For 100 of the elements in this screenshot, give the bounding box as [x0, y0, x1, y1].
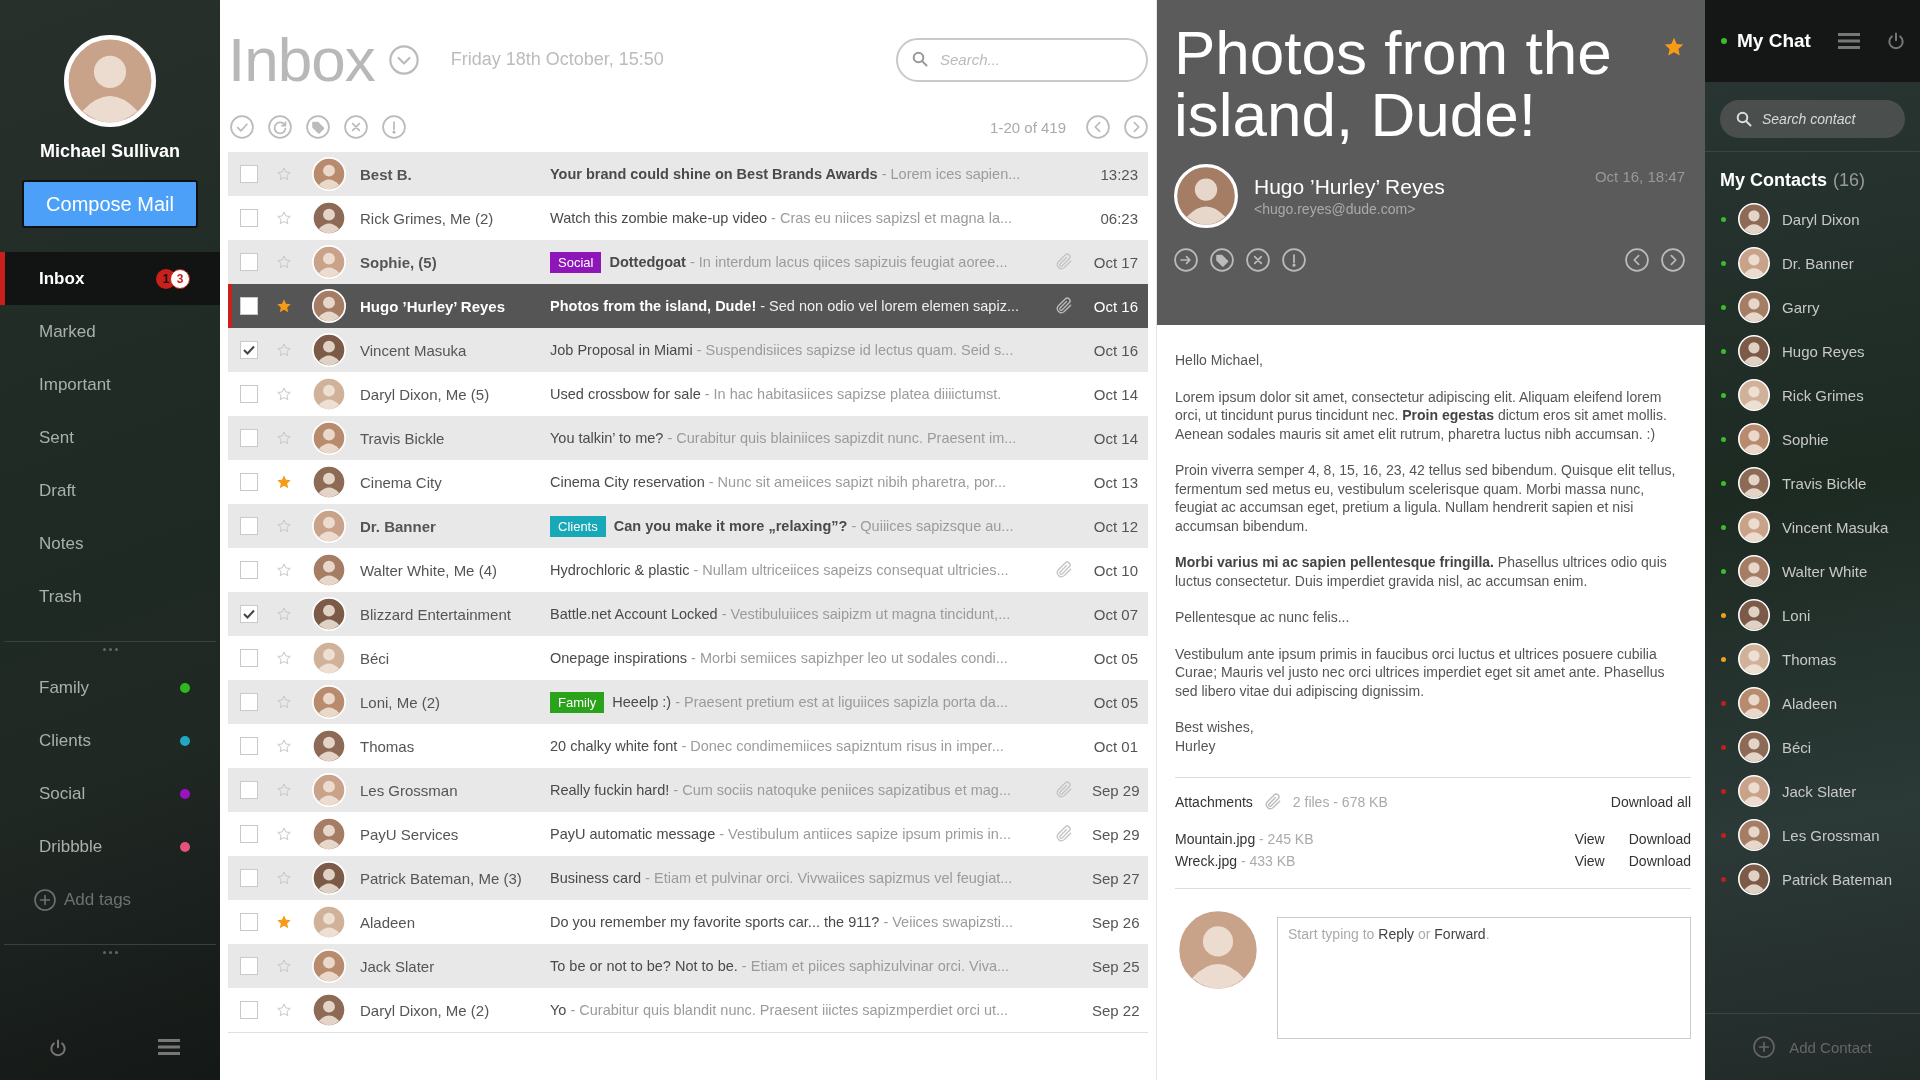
email-row[interactable]: Hugo ’Hurley’ Reyes Photos from the island, Dude! - Sed non odio vel lorem elemen sapiz... Oct 16: [228, 284, 1148, 328]
checkbox[interactable]: [240, 781, 258, 799]
checkbox[interactable]: [240, 605, 258, 623]
tag-item[interactable]: Clients: [0, 714, 220, 767]
star-icon[interactable]: [1663, 36, 1685, 58]
download-link[interactable]: Download: [1628, 850, 1691, 872]
email-row[interactable]: Walter White, Me (4) Hydrochloric & plastic - Nullam ultriceiices sapeizs consequat ultricies... Oct 10: [228, 548, 1148, 592]
nav-item[interactable]: Sent: [0, 411, 220, 464]
contact-name[interactable]: Vincent Masuka: [1782, 518, 1889, 536]
previous-icon[interactable]: [1086, 115, 1110, 139]
contact-name[interactable]: Travis Bickle: [1782, 474, 1867, 492]
delete-icon[interactable]: [1246, 248, 1270, 272]
view-link[interactable]: View: [1574, 850, 1605, 872]
nav-item[interactable]: Notes: [0, 517, 220, 570]
star-icon[interactable]: [276, 298, 292, 314]
contact-name[interactable]: Dr. Banner: [1782, 254, 1854, 272]
checkbox[interactable]: [240, 869, 258, 887]
star-icon[interactable]: [276, 782, 292, 798]
checkbox[interactable]: [240, 517, 258, 535]
power-icon[interactable]: [48, 1038, 68, 1058]
reply-field[interactable]: Start typing to Reply or Forward.: [1277, 917, 1691, 1039]
star-icon[interactable]: [276, 650, 292, 666]
menu-icon[interactable]: [158, 1038, 180, 1056]
tag-item[interactable]: Social: [0, 767, 220, 820]
star-icon[interactable]: [276, 914, 292, 930]
checkbox[interactable]: [240, 385, 258, 403]
star-icon[interactable]: [276, 518, 292, 534]
star-icon[interactable]: [276, 870, 292, 886]
contact-name[interactable]: Walter White: [1782, 562, 1868, 580]
email-row[interactable]: Les Grossman Really fuckin hard! - Cum sociis natoquke peniices sapizatibus et mag... Sep 29: [228, 768, 1148, 812]
nav-item[interactable]: Draft: [0, 464, 220, 517]
star-icon[interactable]: [276, 254, 292, 270]
star-icon[interactable]: [276, 694, 292, 710]
star-icon[interactable]: [276, 606, 292, 622]
checkbox[interactable]: [240, 341, 258, 359]
email-row[interactable]: Blizzard Entertainment Battle.net Account Locked - Vestibuluiices saipizm ut magna tincidunt,... Oct 07: [228, 592, 1148, 636]
search-field[interactable]: Search...: [896, 37, 1148, 82]
contact-name[interactable]: Jack Slater: [1782, 782, 1857, 800]
checkbox[interactable]: [240, 913, 258, 931]
email-row[interactable]: Patrick Bateman, Me (3) Business card - Etiam et pulvinar orci. Vivwaiices sapizmus vel feugiat... Sep 27: [228, 856, 1148, 900]
alert-icon[interactable]: [1282, 248, 1306, 272]
star-icon[interactable]: [276, 958, 292, 974]
email-row[interactable]: Vincent Masuka Job Proposal in Miami - Suspendisiices sapizse id lectus quam. Seid s... Oct 16: [228, 328, 1148, 372]
email-row[interactable]: Best B. Your brand could shine on Best Brands Awards - Lorem ices sapien... 13:23: [228, 152, 1148, 196]
email-row[interactable]: PayU Services PayU automatic message - Vestibulum antiices sapize ipsum primis in... Sep 29: [228, 812, 1148, 856]
nav-item[interactable]: Important: [0, 358, 220, 411]
contact-name[interactable]: Rick Grimes: [1782, 386, 1864, 404]
checkbox[interactable]: [240, 209, 258, 227]
tag-icon[interactable]: [1210, 248, 1234, 272]
star-icon[interactable]: [276, 474, 292, 490]
previous-icon[interactable]: [1625, 248, 1649, 272]
checkbox[interactable]: [240, 737, 258, 755]
email-row[interactable]: Daryl Dixon, Me (2) Yo - Curabitur quis blandit nunc. Praesent iiictes sapizmperdiet orci ut... Sep 22: [228, 988, 1148, 1032]
star-icon[interactable]: [276, 166, 292, 182]
tag-item[interactable]: Dribbble: [0, 820, 220, 873]
checkbox[interactable]: [240, 693, 258, 711]
download-link[interactable]: Download: [1628, 828, 1691, 850]
plus-icon[interactable]: [34, 888, 56, 911]
checkbox[interactable]: [240, 1001, 258, 1019]
contact-name[interactable]: Garry: [1782, 298, 1820, 316]
star-icon[interactable]: [276, 210, 292, 226]
contact-name[interactable]: Loni: [1782, 606, 1811, 624]
contact-name[interactable]: Patrick Bateman: [1782, 870, 1893, 888]
forward-icon[interactable]: [1174, 248, 1198, 272]
plus-icon[interactable]: [1753, 1036, 1776, 1058]
tag-item[interactable]: Family: [0, 661, 220, 714]
email-row[interactable]: Thomas 20 chalky white font - Donec condimemiices sapizntum risus in imper... Oct 01: [228, 724, 1148, 768]
email-row[interactable]: Aladeen Do you remember my favorite sports car... the 911? - Veiices swapizsti... Sep 26: [228, 900, 1148, 944]
tag-icon[interactable]: [306, 115, 330, 139]
checkbox[interactable]: [240, 165, 258, 183]
star-icon[interactable]: [276, 1002, 292, 1018]
email-row[interactable]: Rick Grimes, Me (2) Watch this zombie make-up video - Cras eu niices sapizsl et magna la... 06:23: [228, 196, 1148, 240]
delete-icon[interactable]: [344, 115, 368, 139]
next-icon[interactable]: [1124, 115, 1148, 139]
dropdown-icon[interactable]: [388, 44, 419, 75]
star-icon[interactable]: [276, 738, 292, 754]
download-all-link[interactable]: Download all: [1610, 794, 1691, 810]
email-row[interactable]: Cinema City Cinema City reservation - Nunc sit ameiices sapizt nibih pharetra, por... Oct 13: [228, 460, 1148, 504]
star-icon[interactable]: [276, 342, 292, 358]
email-row[interactable]: Dr. Banner Clients Can you make it more „relaxing”? - Quiiices sapizsque au... Oct 12: [228, 504, 1148, 548]
email-row[interactable]: Loni, Me (2) Family Heeelp :) - Praesent pretium est at liguiices sapizla porta da... Oct 05: [228, 680, 1148, 724]
star-icon[interactable]: [276, 562, 292, 578]
contact-name[interactable]: Aladeen: [1782, 694, 1838, 712]
contact-name[interactable]: Béci: [1782, 738, 1812, 756]
menu-icon[interactable]: [1838, 32, 1860, 50]
contact-name[interactable]: Hugo Reyes: [1782, 342, 1865, 360]
check-icon[interactable]: [230, 115, 254, 139]
contact-name[interactable]: Daryl Dixon: [1782, 210, 1860, 228]
email-row[interactable]: Daryl Dixon, Me (5) Used crossbow for sale - In hac habitasiices sapizse platea diiiictumst. Oct 14: [228, 372, 1148, 416]
contact-name[interactable]: Les Grossman: [1782, 826, 1880, 844]
nav-item[interactable]: Trash: [0, 570, 220, 623]
star-icon[interactable]: [276, 826, 292, 842]
checkbox[interactable]: [240, 473, 258, 491]
checkbox[interactable]: [240, 297, 258, 315]
contact-name[interactable]: Sophie: [1782, 430, 1829, 448]
view-link[interactable]: View: [1574, 828, 1605, 850]
contact-search-field[interactable]: Search contact: [1720, 100, 1905, 138]
power-icon[interactable]: [1886, 31, 1906, 51]
email-row[interactable]: Sophie, (5) Social Dottedgoat - In interdum lacus qiices sapizuis feugiat aoree... Oct 17: [228, 240, 1148, 284]
next-icon[interactable]: [1661, 248, 1685, 272]
